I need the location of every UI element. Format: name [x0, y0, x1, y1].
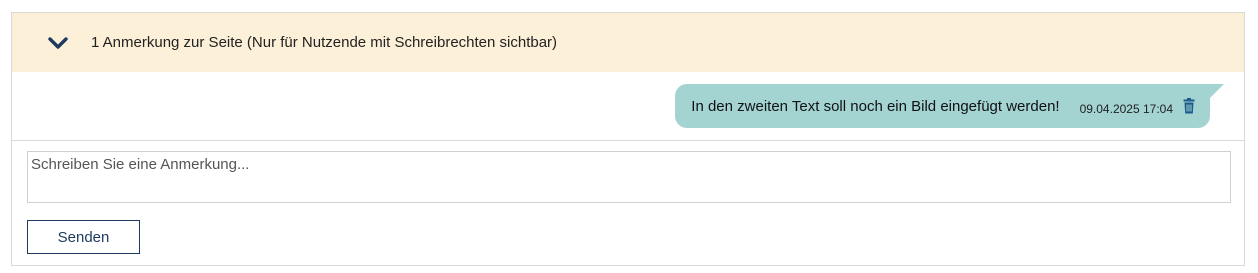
bubble-tail	[1210, 84, 1224, 98]
annotations-title: 1 Anmerkung zur Seite (Nur für Nutzende …	[91, 34, 558, 51]
annotations-header[interactable]: 1 Anmerkung zur Seite (Nur für Nutzende …	[12, 13, 1244, 72]
send-button[interactable]: Senden	[27, 220, 140, 254]
chevron-down-icon[interactable]	[47, 36, 69, 50]
annotation-list: In den zweiten Text soll noch ein Bild e…	[12, 72, 1244, 141]
annotation-text: In den zweiten Text soll noch ein Bild e…	[691, 97, 1060, 115]
trash-icon[interactable]	[1182, 97, 1196, 115]
annotation-input[interactable]	[27, 151, 1231, 203]
compose-area: Senden	[12, 141, 1244, 266]
annotations-panel: 1 Anmerkung zur Seite (Nur für Nutzende …	[11, 12, 1245, 266]
annotation-bubble: In den zweiten Text soll noch ein Bild e…	[675, 84, 1224, 128]
annotation-timestamp: 09.04.2025 17:04	[1079, 102, 1173, 116]
